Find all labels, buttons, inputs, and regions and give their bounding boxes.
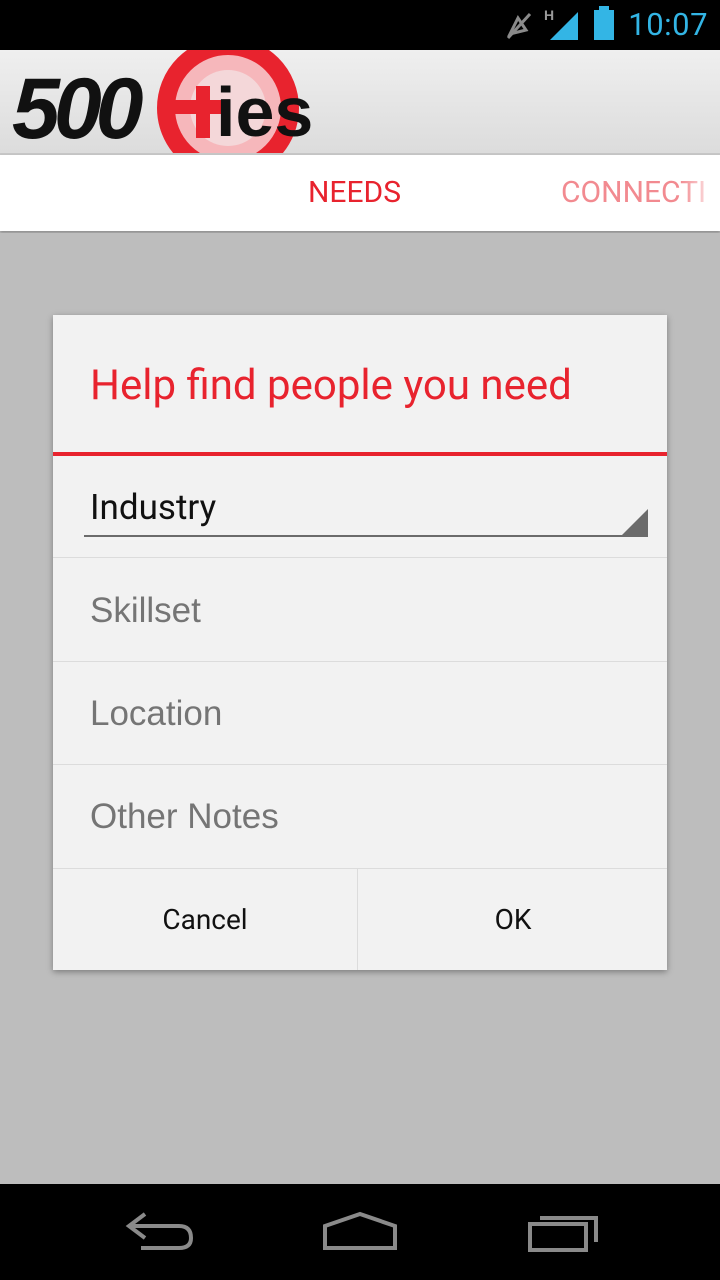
recent-apps-icon[interactable] [518, 1208, 608, 1256]
ok-button[interactable]: OK [359, 869, 667, 970]
home-icon[interactable] [315, 1208, 405, 1256]
dropdown-arrow-icon [622, 509, 648, 535]
tab-bar: NEEDS CONNECTI [0, 155, 720, 231]
button-divider [357, 869, 358, 970]
app-logo: 500 ies [12, 50, 313, 153]
tab-needs[interactable]: NEEDS [308, 175, 401, 210]
industry-spinner[interactable]: Industry [84, 475, 648, 537]
needs-dialog: Help find people you need Industry Cance… [53, 315, 667, 970]
battery-icon [592, 6, 616, 46]
clock: 10:07 [628, 6, 708, 43]
spinner-value: Industry [90, 487, 217, 528]
location-field[interactable] [90, 694, 630, 734]
silent-mode-icon [504, 10, 534, 46]
tab-fade [680, 155, 720, 231]
network-type-label: H [544, 7, 554, 23]
dialog-title: Help find people you need [90, 361, 572, 410]
logo-text-suffix: ies [216, 73, 313, 151]
other-notes-field[interactable] [90, 797, 630, 837]
app-header: 500 ies [0, 50, 720, 153]
back-icon[interactable] [115, 1208, 205, 1256]
navigation-bar [0, 1184, 720, 1280]
title-divider [53, 452, 667, 456]
cancel-button[interactable]: Cancel [53, 869, 357, 970]
status-bar: H 10:07 [0, 0, 720, 50]
skillset-field[interactable] [90, 591, 630, 631]
signal-icon: H [544, 6, 582, 46]
row-divider [53, 557, 667, 558]
row-divider [53, 661, 667, 662]
logo-text-main: 500 [12, 61, 143, 153]
row-divider [53, 764, 667, 765]
